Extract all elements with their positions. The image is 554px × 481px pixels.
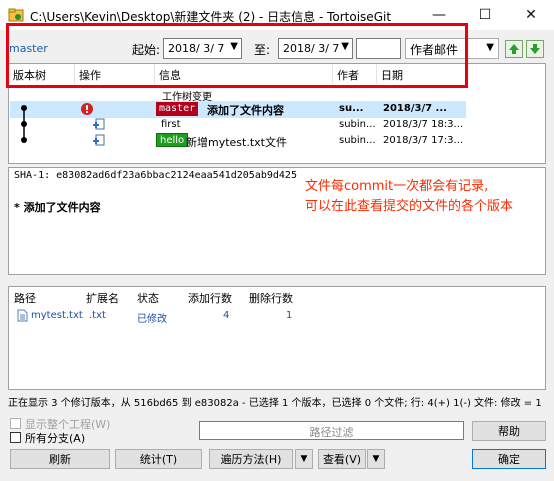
refresh-button[interactable]: 刷新 xyxy=(10,449,110,469)
close-button[interactable]: ✕ xyxy=(508,0,554,30)
statistics-button[interactable]: 统计(T) xyxy=(115,449,202,469)
commit-sha: SHA-1: e83082ad6df23a6bbac2124eaa541d205… xyxy=(14,170,297,181)
view-dropdown[interactable]: ▼ xyxy=(367,449,385,469)
chevron-down-icon: ▼ xyxy=(300,454,308,464)
show-whole-project-checkbox[interactable] xyxy=(10,418,21,429)
annotation-line-1: 文件每commit一次都会有记录, xyxy=(305,179,489,194)
help-button[interactable]: 帮助 xyxy=(472,421,546,441)
status-text: 正在显示 3 个修订版本，从 516bd65 到 e83082a - 已选择 1… xyxy=(8,398,542,409)
column-header-extension[interactable]: 扩展名 xyxy=(86,290,119,306)
row-author: su... xyxy=(339,103,364,114)
file-status: 已修改 xyxy=(137,314,167,325)
changed-files-list[interactable]: 路径 扩展名 状态 添加行数 删除行数 mytest.txt .txt 已修改 … xyxy=(8,286,546,390)
row-date: 2018/3/7 ... xyxy=(383,103,447,114)
modified-action-icon xyxy=(81,103,93,115)
next-match-button[interactable] xyxy=(526,40,544,58)
column-header-path[interactable]: 路径 xyxy=(14,290,36,306)
chevron-down-icon: ▼ xyxy=(372,454,380,464)
file-added-lines: 4 xyxy=(223,310,230,321)
file-add-icon xyxy=(93,134,105,146)
arrow-up-icon xyxy=(509,44,519,54)
commit-detail-pane[interactable]: SHA-1: e83082ad6df23a6bbac2124eaa541d205… xyxy=(8,167,546,275)
column-header-added[interactable]: 添加行数 xyxy=(188,290,232,306)
path-filter-input[interactable]: 路径过滤 xyxy=(199,421,464,440)
tortoisegit-app-icon xyxy=(8,8,24,22)
all-branches-checkbox[interactable] xyxy=(10,432,21,443)
file-add-icon xyxy=(93,118,105,130)
text-file-icon xyxy=(17,309,28,322)
ok-button[interactable]: 确定 xyxy=(472,449,546,469)
revision-graph xyxy=(21,105,27,143)
file-path[interactable]: mytest.txt xyxy=(31,310,83,321)
previous-match-button[interactable] xyxy=(505,40,523,58)
arrow-down-icon xyxy=(530,44,540,54)
chevron-down-icon: ▼ xyxy=(486,42,494,53)
walk-method-dropdown[interactable]: ▼ xyxy=(295,449,313,469)
row-message: first xyxy=(161,119,181,130)
file-extension: .txt xyxy=(89,310,106,321)
commit-message: * 添加了文件内容 xyxy=(14,201,101,214)
annotation-text: 文件每commit一次都会有记录, 可以在此查看提交的文件的各个版本 xyxy=(305,177,513,217)
row-date: 2018/3/7 18:3... xyxy=(383,119,464,130)
walk-method-button[interactable]: 遍历方法(H) xyxy=(209,449,293,469)
annotation-line-2: 可以在此查看提交的文件的各个版本 xyxy=(305,199,514,214)
column-header-status[interactable]: 状态 xyxy=(137,290,159,306)
all-branches-label: 所有分支(A) xyxy=(25,432,86,445)
highlight-box xyxy=(6,23,468,88)
row-message: 添加了文件内容 xyxy=(207,104,284,117)
maximize-button[interactable]: ☐ xyxy=(462,0,508,30)
row-author: subin... xyxy=(339,119,376,130)
file-deleted-lines: 1 xyxy=(286,310,293,321)
tag-hello: hello xyxy=(156,133,189,147)
row-author: subin... xyxy=(339,135,376,146)
row-date: 2018/3/7 17:3... xyxy=(383,135,464,146)
branch-tag-master: master xyxy=(156,102,199,116)
view-button[interactable]: 查看(V) xyxy=(318,449,366,469)
column-header-deleted[interactable]: 删除行数 xyxy=(249,290,293,306)
row-message: 新增mytest.txt文件 xyxy=(186,136,287,149)
